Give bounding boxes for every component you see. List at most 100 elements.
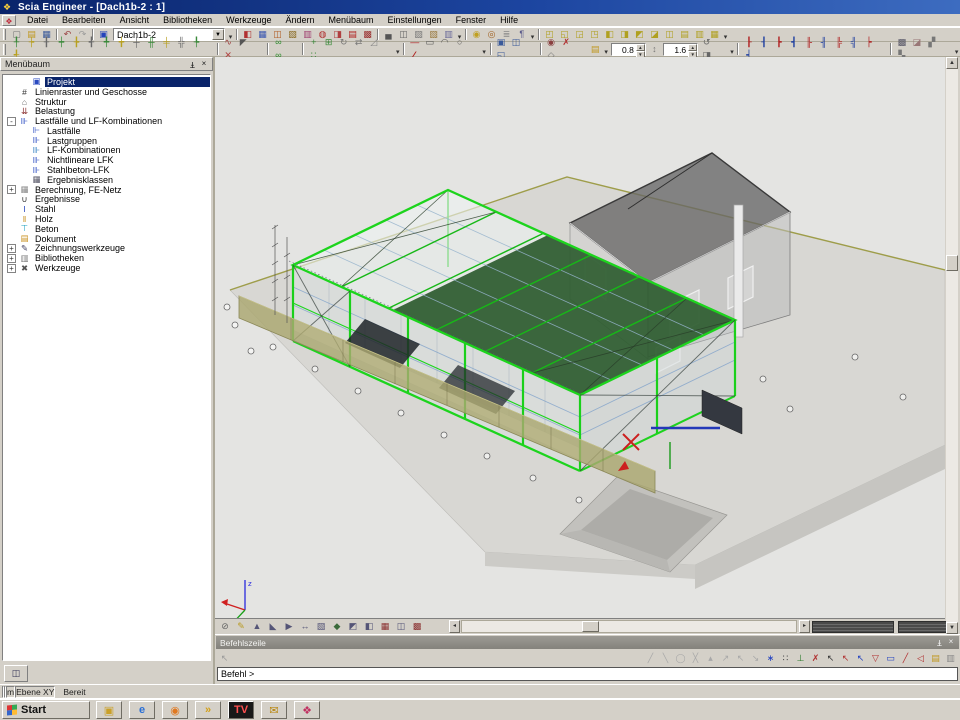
media-player-icon[interactable]: ◉	[162, 701, 188, 719]
tree-item-beton[interactable]: ⊤ Beton	[3, 224, 210, 234]
release-button[interactable]: ╣	[846, 36, 861, 49]
tree-expander[interactable]: +	[7, 244, 16, 253]
file-manager-icon[interactable]: ▣	[96, 701, 122, 719]
light-button[interactable]: ◪	[909, 36, 924, 49]
flag-display-button[interactable]: ▶	[281, 620, 297, 633]
snap-center-button[interactable]: ◯	[673, 652, 688, 665]
line-button[interactable]: —	[407, 36, 422, 49]
internal-node-button[interactable]: ╪	[159, 36, 174, 49]
plate-member-button[interactable]: ╇	[99, 36, 114, 49]
snap-cursor-ne-button[interactable]: ↗	[718, 652, 733, 665]
command-input[interactable]: Befehl >	[217, 667, 958, 681]
wall-member-button[interactable]: ╈	[114, 36, 129, 49]
tree-item-belastung[interactable]: ⇊ Belastung	[3, 106, 210, 116]
grid-display-button[interactable]: ▦	[377, 620, 393, 633]
table-edit-button[interactable]: ▥	[943, 652, 958, 665]
cursor-deselect-button[interactable]: ↖	[853, 652, 868, 665]
snap-midpoint-button[interactable]: ╱	[643, 652, 658, 665]
tree-item-werkzeuge[interactable]: + ✖ Werkzeuge	[3, 263, 210, 273]
tree-expander[interactable]: +	[7, 254, 16, 263]
select-cursor-button[interactable]: ↖	[217, 652, 232, 665]
cut-out-button[interactable]: ✗	[559, 36, 574, 49]
support-button[interactable]: ┠	[741, 36, 756, 49]
internet-explorer-icon[interactable]: e	[129, 701, 155, 719]
render-mode-button[interactable]: ▩	[894, 36, 909, 49]
dimension-display-button[interactable]: ↔	[297, 620, 313, 633]
zoom-in-button[interactable]: ◩	[632, 28, 647, 41]
tension-member-button[interactable]: ┝	[861, 36, 876, 49]
select-polygon-button[interactable]: ▽	[868, 652, 883, 665]
mirror-button[interactable]: ⇄	[351, 36, 366, 49]
hatch-up-button[interactable]: ▞	[924, 36, 939, 49]
tree-item-dokument[interactable]: ▤ Dokument	[3, 234, 210, 244]
view-axo-button[interactable]: ◳	[587, 28, 602, 41]
select-rect-button[interactable]: ▭	[883, 652, 898, 665]
scale-spinner-a[interactable]: 0.8 ▲▼	[611, 43, 646, 56]
support-display-button[interactable]: ◣	[265, 620, 281, 633]
scia-engineer-icon[interactable]: ❖	[294, 701, 320, 719]
scale-spinner-b[interactable]: 1.6 ▲▼	[663, 43, 698, 56]
tree-item-stahl[interactable]: I Stahl	[3, 204, 210, 214]
snap-smart-button[interactable]: ∗	[763, 652, 778, 665]
wintv-icon[interactable]: TV	[228, 701, 254, 719]
spinner-up-icon[interactable]: ▲	[636, 44, 645, 51]
tree-expander[interactable]: +	[7, 185, 16, 194]
tree-item-holz[interactable]: ‖ Holz	[3, 214, 210, 224]
view-back-button[interactable]: ▤	[677, 28, 692, 41]
scroll-right-icon[interactable]: ▸	[799, 620, 810, 633]
fixed-end-button[interactable]: ┫	[786, 36, 801, 49]
pin-icon[interactable]: Ŧ	[186, 59, 198, 70]
beam-section-button[interactable]: ┾	[24, 36, 39, 49]
menu-item[interactable]: Bearbeiten	[55, 14, 113, 26]
snap-cursor-nw-button[interactable]: ↖	[733, 652, 748, 665]
tree-item-berechnung[interactable]: + ▦ Berechnung, FE-Netz	[3, 185, 210, 195]
node-display-button[interactable]: ▲	[249, 620, 265, 633]
menu-item[interactable]: Fenster	[449, 14, 494, 26]
scroll-down-icon[interactable]: ▼	[946, 622, 958, 634]
circle-button[interactable]: ○	[452, 36, 467, 49]
select-slash-button[interactable]: ╱	[898, 652, 913, 665]
tree-item-projekt[interactable]: ▣ Projekt	[3, 77, 210, 87]
table-select-button[interactable]: ▤	[928, 652, 943, 665]
rib-member-button[interactable]: ╬	[174, 36, 189, 49]
tree-item-ergebnisse[interactable]: ∪ Ergebnisse	[3, 195, 210, 205]
hinge-button[interactable]: ┨	[756, 36, 771, 49]
cursor-select-button[interactable]: ↖	[823, 652, 838, 665]
menubaum-tab[interactable]: ◫	[4, 665, 28, 682]
haunch-button[interactable]: ╊	[69, 36, 84, 49]
snap-cursor-up-button[interactable]: ▴	[703, 652, 718, 665]
show-hide-button[interactable]: ◉	[544, 36, 559, 49]
activity-display-button[interactable]: ▩	[409, 620, 425, 633]
section-display-button[interactable]: ╀	[9, 36, 24, 49]
close-icon[interactable]: ×	[198, 59, 210, 70]
menu-item[interactable]: Ansicht	[113, 14, 157, 26]
toolbar-grip[interactable]	[3, 29, 6, 40]
menu-item[interactable]: Einstellungen	[381, 14, 449, 26]
arbitrary-profile-button[interactable]: ╉	[84, 36, 99, 49]
load-panel-button[interactable]: ┣	[771, 36, 786, 49]
scroll-up-icon[interactable]: ▲	[946, 57, 958, 69]
new-window-button[interactable]: ▣	[494, 36, 509, 49]
font-scale-button[interactable]: ↕	[647, 43, 662, 56]
snap-ortho-button[interactable]: ⊥	[793, 652, 808, 665]
spring-button[interactable]: ╟	[801, 36, 816, 49]
profile-library-button[interactable]: ┿	[54, 36, 69, 49]
refresh-button[interactable]: ↺	[699, 36, 714, 49]
viewport-3d[interactable]: z	[215, 57, 945, 618]
load-manager-button[interactable]: ▤	[588, 43, 603, 56]
zoom-all-button[interactable]: ◧	[602, 28, 617, 41]
vertical-scrollbar[interactable]: ▲ ▼	[946, 57, 958, 634]
select-prev-button[interactable]: ◁	[913, 652, 928, 665]
stretch-button[interactable]: ◿	[366, 36, 381, 49]
rotate-button[interactable]: ↻	[336, 36, 351, 49]
menu-item[interactable]: Hilfe	[493, 14, 525, 26]
tree-item-ergebnisklassen[interactable]: ▦ Ergebnisklassen	[3, 175, 210, 185]
params-display-button[interactable]: ◫	[393, 620, 409, 633]
rectangle-button[interactable]: ▭	[422, 36, 437, 49]
horizontal-scrollbar-thumb[interactable]	[582, 621, 599, 632]
tree-item-struktur[interactable]: ⌂ Struktur	[3, 97, 210, 107]
menu-item[interactable]: Ändern	[278, 14, 321, 26]
vertical-scrollbar-thumb[interactable]	[946, 255, 958, 271]
curve-edit-button[interactable]: ∿	[221, 36, 236, 49]
pointer-button[interactable]: ◤	[236, 36, 251, 49]
